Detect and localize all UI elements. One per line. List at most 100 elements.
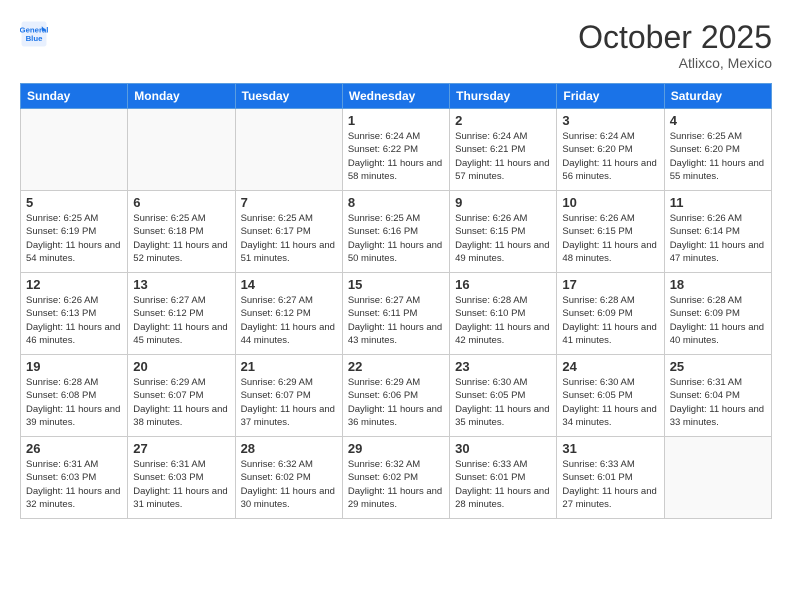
day-info: Sunrise: 6:29 AM Sunset: 6:07 PM Dayligh… (133, 376, 229, 429)
day-number: 12 (26, 277, 122, 292)
day-number: 21 (241, 359, 337, 374)
table-row: 12 Sunrise: 6:26 AM Sunset: 6:13 PM Dayli… (21, 273, 128, 355)
day-info: Sunrise: 6:32 AM Sunset: 6:02 PM Dayligh… (348, 458, 444, 511)
calendar-week-2: 12 Sunrise: 6:26 AM Sunset: 6:13 PM Dayli… (21, 273, 772, 355)
day-number: 20 (133, 359, 229, 374)
day-number: 19 (26, 359, 122, 374)
table-row: 19 Sunrise: 6:28 AM Sunset: 6:08 PM Dayli… (21, 355, 128, 437)
table-row: 10 Sunrise: 6:26 AM Sunset: 6:15 PM Dayli… (557, 191, 664, 273)
table-row (128, 109, 235, 191)
table-row: 9 Sunrise: 6:26 AM Sunset: 6:15 PM Daylig… (450, 191, 557, 273)
table-row: 11 Sunrise: 6:26 AM Sunset: 6:14 PM Dayli… (664, 191, 771, 273)
table-row: 13 Sunrise: 6:27 AM Sunset: 6:12 PM Dayli… (128, 273, 235, 355)
day-info: Sunrise: 6:28 AM Sunset: 6:08 PM Dayligh… (26, 376, 122, 429)
title-block: October 2025 Atlixco, Mexico (578, 20, 772, 71)
day-number: 8 (348, 195, 444, 210)
calendar-header-row: Sunday Monday Tuesday Wednesday Thursday… (21, 84, 772, 109)
header-wednesday: Wednesday (342, 84, 449, 109)
day-number: 29 (348, 441, 444, 456)
day-info: Sunrise: 6:26 AM Sunset: 6:13 PM Dayligh… (26, 294, 122, 347)
table-row: 6Sunrise: 6:25 AM Sunset: 6:18 PM Daylig… (128, 191, 235, 273)
day-info: Sunrise: 6:26 AM Sunset: 6:15 PM Dayligh… (455, 212, 551, 265)
table-row (664, 437, 771, 519)
day-info: Sunrise: 6:31 AM Sunset: 6:04 PM Dayligh… (670, 376, 766, 429)
day-info: Sunrise: 6:29 AM Sunset: 6:07 PM Dayligh… (241, 376, 337, 429)
day-number: 26 (26, 441, 122, 456)
day-info: Sunrise: 6:32 AM Sunset: 6:02 PM Dayligh… (241, 458, 337, 511)
day-number: 18 (670, 277, 766, 292)
subtitle: Atlixco, Mexico (578, 55, 772, 71)
day-number: 2 (455, 113, 551, 128)
table-row: 5 Sunrise: 6:25 AM Sunset: 6:19 PM Daylig… (21, 191, 128, 273)
day-info: Sunrise: 6:31 AM Sunset: 6:03 PM Dayligh… (133, 458, 229, 511)
day-info: Sunrise: 6:33 AM Sunset: 6:01 PM Dayligh… (455, 458, 551, 511)
day-number: 22 (348, 359, 444, 374)
day-info: Sunrise: 6:33 AM Sunset: 6:01 PM Dayligh… (562, 458, 658, 511)
day-info: Sunrise: 6:29 AM Sunset: 6:06 PM Dayligh… (348, 376, 444, 429)
day-number: 13 (133, 277, 229, 292)
day-number: 15 (348, 277, 444, 292)
table-row: 26 Sunrise: 6:31 AM Sunset: 6:03 PM Dayli… (21, 437, 128, 519)
table-row: 23Sunrise: 6:30 AM Sunset: 6:05 PM Dayli… (450, 355, 557, 437)
day-number: 9 (455, 195, 551, 210)
calendar-week-1: 5 Sunrise: 6:25 AM Sunset: 6:19 PM Daylig… (21, 191, 772, 273)
table-row: 25 Sunrise: 6:31 AM Sunset: 6:04 PM Dayli… (664, 355, 771, 437)
table-row: 1Sunrise: 6:24 AM Sunset: 6:22 PM Daylig… (342, 109, 449, 191)
table-row (21, 109, 128, 191)
header: General Blue October 2025 Atlixco, Mexic… (20, 20, 772, 71)
table-row: 7 Sunrise: 6:25 AM Sunset: 6:17 PM Daylig… (235, 191, 342, 273)
header-thursday: Thursday (450, 84, 557, 109)
day-number: 11 (670, 195, 766, 210)
table-row: 31 Sunrise: 6:33 AM Sunset: 6:01 PM Dayli… (557, 437, 664, 519)
month-title: October 2025 (578, 20, 772, 55)
day-info: Sunrise: 6:25 AM Sunset: 6:17 PM Dayligh… (241, 212, 337, 265)
day-number: 1 (348, 113, 444, 128)
day-info: Sunrise: 6:26 AM Sunset: 6:14 PM Dayligh… (670, 212, 766, 265)
day-number: 17 (562, 277, 658, 292)
day-number: 25 (670, 359, 766, 374)
table-row: 16 Sunrise: 6:28 AM Sunset: 6:10 PM Dayli… (450, 273, 557, 355)
table-row: 22 Sunrise: 6:29 AM Sunset: 6:06 PM Dayli… (342, 355, 449, 437)
table-row: 20 Sunrise: 6:29 AM Sunset: 6:07 PM Dayli… (128, 355, 235, 437)
day-number: 3 (562, 113, 658, 128)
day-number: 5 (26, 195, 122, 210)
day-number: 24 (562, 359, 658, 374)
day-number: 23 (455, 359, 551, 374)
day-number: 30 (455, 441, 551, 456)
day-info: Sunrise: 6:25 AM Sunset: 6:16 PM Dayligh… (348, 212, 444, 265)
table-row: 30 Sunrise: 6:33 AM Sunset: 6:01 PM Dayli… (450, 437, 557, 519)
table-row: 15Sunrise: 6:27 AM Sunset: 6:11 PM Dayli… (342, 273, 449, 355)
day-info: Sunrise: 6:28 AM Sunset: 6:10 PM Dayligh… (455, 294, 551, 347)
table-row: 4Sunrise: 6:25 AM Sunset: 6:20 PM Daylig… (664, 109, 771, 191)
table-row: 8 Sunrise: 6:25 AM Sunset: 6:16 PM Daylig… (342, 191, 449, 273)
day-number: 14 (241, 277, 337, 292)
day-info: Sunrise: 6:28 AM Sunset: 6:09 PM Dayligh… (562, 294, 658, 347)
page: General Blue October 2025 Atlixco, Mexic… (0, 0, 792, 612)
table-row: 17 Sunrise: 6:28 AM Sunset: 6:09 PM Dayli… (557, 273, 664, 355)
day-info: Sunrise: 6:25 AM Sunset: 6:20 PM Dayligh… (670, 130, 766, 183)
table-row: 29 Sunrise: 6:32 AM Sunset: 6:02 PM Dayli… (342, 437, 449, 519)
day-info: Sunrise: 6:26 AM Sunset: 6:15 PM Dayligh… (562, 212, 658, 265)
table-row: 27 Sunrise: 6:31 AM Sunset: 6:03 PM Dayli… (128, 437, 235, 519)
svg-text:Blue: Blue (26, 34, 44, 43)
day-info: Sunrise: 6:24 AM Sunset: 6:21 PM Dayligh… (455, 130, 551, 183)
day-info: Sunrise: 6:25 AM Sunset: 6:19 PM Dayligh… (26, 212, 122, 265)
day-info: Sunrise: 6:25 AM Sunset: 6:18 PM Dayligh… (133, 212, 229, 265)
day-number: 31 (562, 441, 658, 456)
day-info: Sunrise: 6:28 AM Sunset: 6:09 PM Dayligh… (670, 294, 766, 347)
table-row: 3Sunrise: 6:24 AM Sunset: 6:20 PM Daylig… (557, 109, 664, 191)
day-info: Sunrise: 6:27 AM Sunset: 6:12 PM Dayligh… (241, 294, 337, 347)
table-row: 18 Sunrise: 6:28 AM Sunset: 6:09 PM Dayli… (664, 273, 771, 355)
day-number: 10 (562, 195, 658, 210)
day-number: 7 (241, 195, 337, 210)
calendar-week-0: 1Sunrise: 6:24 AM Sunset: 6:22 PM Daylig… (21, 109, 772, 191)
day-number: 27 (133, 441, 229, 456)
header-friday: Friday (557, 84, 664, 109)
day-number: 16 (455, 277, 551, 292)
table-row: 24Sunrise: 6:30 AM Sunset: 6:05 PM Dayli… (557, 355, 664, 437)
table-row: 28Sunrise: 6:32 AM Sunset: 6:02 PM Dayli… (235, 437, 342, 519)
logo-icon: General Blue (20, 20, 48, 48)
day-info: Sunrise: 6:31 AM Sunset: 6:03 PM Dayligh… (26, 458, 122, 511)
calendar: Sunday Monday Tuesday Wednesday Thursday… (20, 83, 772, 519)
day-info: Sunrise: 6:27 AM Sunset: 6:12 PM Dayligh… (133, 294, 229, 347)
